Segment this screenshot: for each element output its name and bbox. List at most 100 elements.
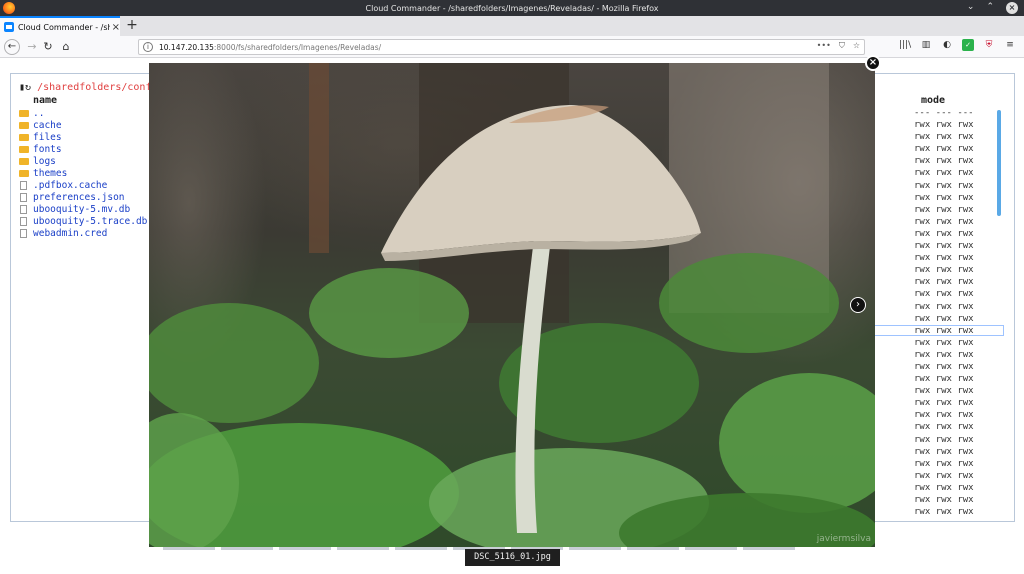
file-row[interactable]: .. xyxy=(19,107,147,119)
file-name[interactable]: preferences.json xyxy=(33,192,125,203)
image-caption: DSC_5116_01.jpg xyxy=(465,549,560,566)
tab-cloud-commander[interactable]: Cloud Commander - /share × xyxy=(0,16,120,36)
thumbnail[interactable] xyxy=(569,547,621,550)
file-row[interactable]: cache xyxy=(19,119,147,131)
library-icon[interactable]: |||\ xyxy=(899,39,911,51)
file-row[interactable]: preferences.json xyxy=(19,192,147,204)
thumbnail[interactable] xyxy=(743,547,795,550)
file-mode: rwx rwx rwx xyxy=(914,495,974,505)
file-mode: rwx rwx rwx xyxy=(914,482,974,493)
viewer-close-button[interactable]: × xyxy=(865,55,881,71)
file-mode: rwx rwx rwx xyxy=(914,507,974,518)
image-viewer[interactable]: javiermsilva xyxy=(149,63,875,547)
column-header-mode[interactable]: mode xyxy=(921,95,945,106)
file-mode: rwx rwx rwx xyxy=(914,216,974,227)
file-row[interactable]: ubooquity-5.trace.db xyxy=(19,216,147,228)
hamburger-menu-icon[interactable]: ≡ xyxy=(1004,39,1016,51)
file-list: .. cache files fonts logs themes .pdfbox.cache… xyxy=(19,107,147,240)
photo-watermark: javiermsilva xyxy=(816,534,871,544)
minimize-icon[interactable]: ⌄ xyxy=(967,2,975,14)
folder-icon xyxy=(19,170,29,178)
shield-extension-icon[interactable]: ⛨ xyxy=(983,39,995,51)
file-row[interactable]: ubooquity-5.mv.db xyxy=(19,204,147,216)
file-name[interactable]: themes xyxy=(33,168,67,179)
pocket-icon[interactable]: ⛉ xyxy=(839,41,845,51)
file-mode: rwx rwx rwx xyxy=(914,156,974,167)
forward-button[interactable]: → xyxy=(24,39,40,55)
tab-close-icon[interactable]: × xyxy=(112,22,120,33)
page-actions-icon[interactable]: ••• xyxy=(817,41,831,51)
file-name[interactable]: ubooquity-5.mv.db xyxy=(33,204,130,215)
file-mode: rwx rwx rwx xyxy=(914,470,974,481)
reload-button[interactable]: ↻ xyxy=(40,39,56,55)
file-mode: rwx rwx rwx xyxy=(914,277,974,288)
file-row[interactable]: files xyxy=(19,131,147,143)
file-name[interactable]: webadmin.cred xyxy=(33,228,107,239)
bookmark-star-icon[interactable]: ☆ xyxy=(853,41,860,51)
file-row[interactable]: webadmin.cred xyxy=(19,228,147,240)
file-name[interactable]: logs xyxy=(33,156,56,167)
column-header-name[interactable]: name xyxy=(33,95,57,106)
maximize-icon[interactable]: ⌃ xyxy=(986,2,994,14)
file-mode: rwx rwx rwx xyxy=(914,337,974,348)
file-name[interactable]: files xyxy=(33,132,62,143)
photo-leaf xyxy=(149,303,319,423)
file-row[interactable]: .pdfbox.cache xyxy=(19,180,147,192)
cloud-commander-favicon-icon xyxy=(4,22,14,32)
thumbnail[interactable] xyxy=(163,547,215,550)
sidebar-icon[interactable]: ▥ xyxy=(920,39,932,51)
file-icon xyxy=(20,205,27,215)
file-mode: rwx rwx rwx xyxy=(914,192,974,203)
file-name[interactable]: ubooquity-5.trace.db xyxy=(33,216,147,227)
file-name[interactable]: cache xyxy=(33,120,62,131)
thumbnail[interactable] xyxy=(395,547,447,550)
scrollbar[interactable] xyxy=(997,110,1001,216)
file-mode: rwx rwx rwx xyxy=(914,241,974,252)
file-mode: rwx rwx rwx xyxy=(914,458,974,469)
file-mode: rwx rwx rwx xyxy=(914,204,974,215)
file-icon xyxy=(20,181,27,191)
file-mode: rwx rwx rwx xyxy=(914,253,974,264)
mushroom-photo xyxy=(149,63,875,547)
url-actions: ••• ⛉ ☆ xyxy=(817,41,860,51)
account-icon[interactable]: ◐ xyxy=(941,39,953,51)
thumbnail[interactable] xyxy=(627,547,679,550)
file-row[interactable]: fonts xyxy=(19,143,147,155)
file-mode: rwx rwx rwx xyxy=(914,398,974,409)
url-bar[interactable]: i 10.147.20.135:8000/fs/sharedfolders/Im… xyxy=(138,39,865,55)
file-mode: rwx rwx rwx xyxy=(914,446,974,457)
file-mode: rwx rwx rwx xyxy=(914,180,974,191)
window-close-button[interactable]: × xyxy=(1006,2,1018,14)
firefox-logo-icon xyxy=(3,2,15,14)
photo-twig xyxy=(309,63,329,253)
clipboard-icon[interactable]: ▮↻ xyxy=(19,82,31,93)
folder-icon xyxy=(19,121,29,129)
file-mode: rwx rwx rwx xyxy=(914,422,974,433)
file-mode: rwx rwx rwx xyxy=(914,301,974,312)
mode-list: --- --- --- rwx rwx rwx rwx rwx rwx rwx rwx… xyxy=(914,107,974,518)
path-text[interactable]: /sharedfolders/confi xyxy=(37,82,157,93)
file-name[interactable]: fonts xyxy=(33,144,62,155)
thumbnail[interactable] xyxy=(337,547,389,550)
file-mode: rwx rwx rwx xyxy=(914,289,974,300)
folder-icon xyxy=(19,133,29,141)
viewer-next-button[interactable]: › xyxy=(850,297,866,313)
thumbnail[interactable] xyxy=(685,547,737,550)
file-mode: rwx rwx rwx xyxy=(914,313,974,324)
window-titlebar: Cloud Commander - /sharedfolders/Imagene… xyxy=(0,0,1024,16)
file-row[interactable]: themes xyxy=(19,167,147,179)
photo-leaf xyxy=(659,253,839,353)
current-path[interactable]: ▮↻ /sharedfolders/confi xyxy=(19,82,158,93)
home-button[interactable]: ⌂ xyxy=(58,39,74,55)
new-tab-button[interactable]: + xyxy=(124,17,140,33)
site-info-icon[interactable]: i xyxy=(143,42,153,52)
file-row[interactable]: logs xyxy=(19,155,147,167)
thumbnail[interactable] xyxy=(279,547,331,550)
green-extension-icon[interactable]: ✓ xyxy=(962,39,974,51)
toolbar-right: |||\ ▥ ◐ ✓ ⛨ ≡ xyxy=(899,39,1016,51)
back-button[interactable]: ← xyxy=(4,39,20,55)
file-name[interactable]: .pdfbox.cache xyxy=(33,180,107,191)
file-mode: rwx rwx rwx xyxy=(914,374,974,385)
file-name[interactable]: .. xyxy=(33,108,44,119)
thumbnail[interactable] xyxy=(221,547,273,550)
